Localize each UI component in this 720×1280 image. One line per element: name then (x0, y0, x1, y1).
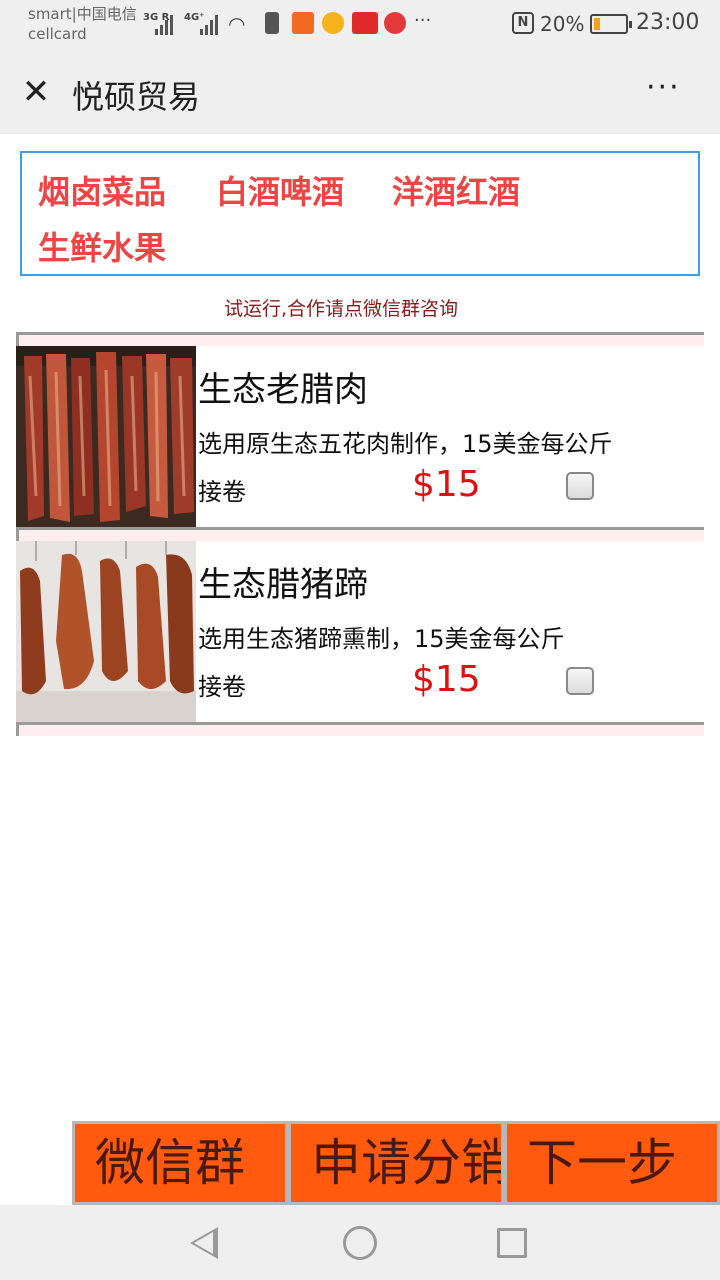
clock: 23:00 (636, 10, 700, 35)
product-item[interactable]: 生态老腊肉 选用原生态五花肉制作，15美金每公斤 接卷 $15 (16, 346, 704, 527)
status-bar: smart|中国电信 cellcard 3G R 4G⁺ ◠ ··· N 20%… (0, 0, 720, 50)
product-item[interactable]: 生态腊猪蹄 选用生态猪蹄熏制，15美金每公斤 接卷 $15 (16, 541, 704, 722)
product-select-checkbox[interactable] (566, 472, 594, 500)
product-price: $15 (412, 659, 481, 700)
wifi-icon: ◠ (228, 12, 246, 36)
carrier-name-2: cellcard (28, 25, 87, 43)
signal-icon-2 (200, 13, 222, 35)
more-options-icon[interactable]: ··· (646, 70, 681, 105)
battery-percent: 20% (540, 12, 585, 36)
product-name: 生态腊猪蹄 (198, 565, 368, 605)
system-nav-bar (0, 1205, 720, 1280)
china-mobile-app-icon (292, 12, 314, 34)
recent-apps-icon[interactable] (497, 1228, 527, 1258)
carrier-name: smart|中国电信 (28, 5, 137, 23)
product-description: 选用原生态五花肉制作，15美金每公斤 (198, 430, 613, 458)
pinwheel-app-icon (384, 12, 406, 34)
list-divider (16, 722, 704, 736)
product-name: 生态老腊肉 (198, 370, 368, 410)
product-unit: 接卷 (198, 478, 246, 506)
category-tobacco-braised[interactable]: 烟卤菜品 (38, 167, 166, 213)
category-wine[interactable]: 洋酒红酒 (392, 167, 520, 213)
notification-icon (265, 12, 279, 34)
product-list: 生态老腊肉 选用原生态五花肉制作，15美金每公斤 接卷 $15 生态腊猪蹄 选用… (16, 332, 704, 736)
overflow-icon: ··· (414, 10, 432, 31)
product-price: $15 (412, 464, 481, 505)
product-image-pig-trotters (16, 541, 196, 722)
home-icon[interactable] (343, 1226, 377, 1260)
close-icon[interactable]: ✕ (18, 74, 54, 110)
nfc-icon: N (512, 12, 534, 34)
category-panel: 烟卤菜品 白酒啤酒 洋酒红酒 生鲜水果 (20, 151, 700, 276)
product-description: 选用生态猪蹄熏制，15美金每公斤 (198, 625, 565, 653)
list-divider (16, 332, 704, 346)
tmall-app-icon (352, 12, 378, 34)
next-step-button[interactable]: 下一步 (504, 1121, 720, 1205)
battery-icon (590, 14, 632, 34)
signal-icon (155, 13, 177, 35)
flower-app-icon (322, 12, 344, 34)
wechat-group-button[interactable]: 微信群 (72, 1121, 288, 1205)
list-divider (16, 527, 704, 541)
title-bar: ✕ 悦硕贸易 ··· (0, 50, 720, 134)
product-image-cured-pork (16, 346, 196, 527)
trial-notice: 试运行,合作请点微信群咨询 (223, 298, 459, 320)
product-select-checkbox[interactable] (566, 667, 594, 695)
category-liquor-beer[interactable]: 白酒啤酒 (216, 167, 344, 213)
product-unit: 接卷 (198, 673, 246, 701)
page-title: 悦硕贸易 (72, 78, 201, 116)
back-icon[interactable] (190, 1227, 218, 1259)
carrier-label: smart|中国电信 cellcard (28, 4, 137, 44)
apply-distribution-button[interactable]: 申请分销 (288, 1121, 504, 1205)
category-fresh-fruit[interactable]: 生鲜水果 (38, 223, 166, 269)
